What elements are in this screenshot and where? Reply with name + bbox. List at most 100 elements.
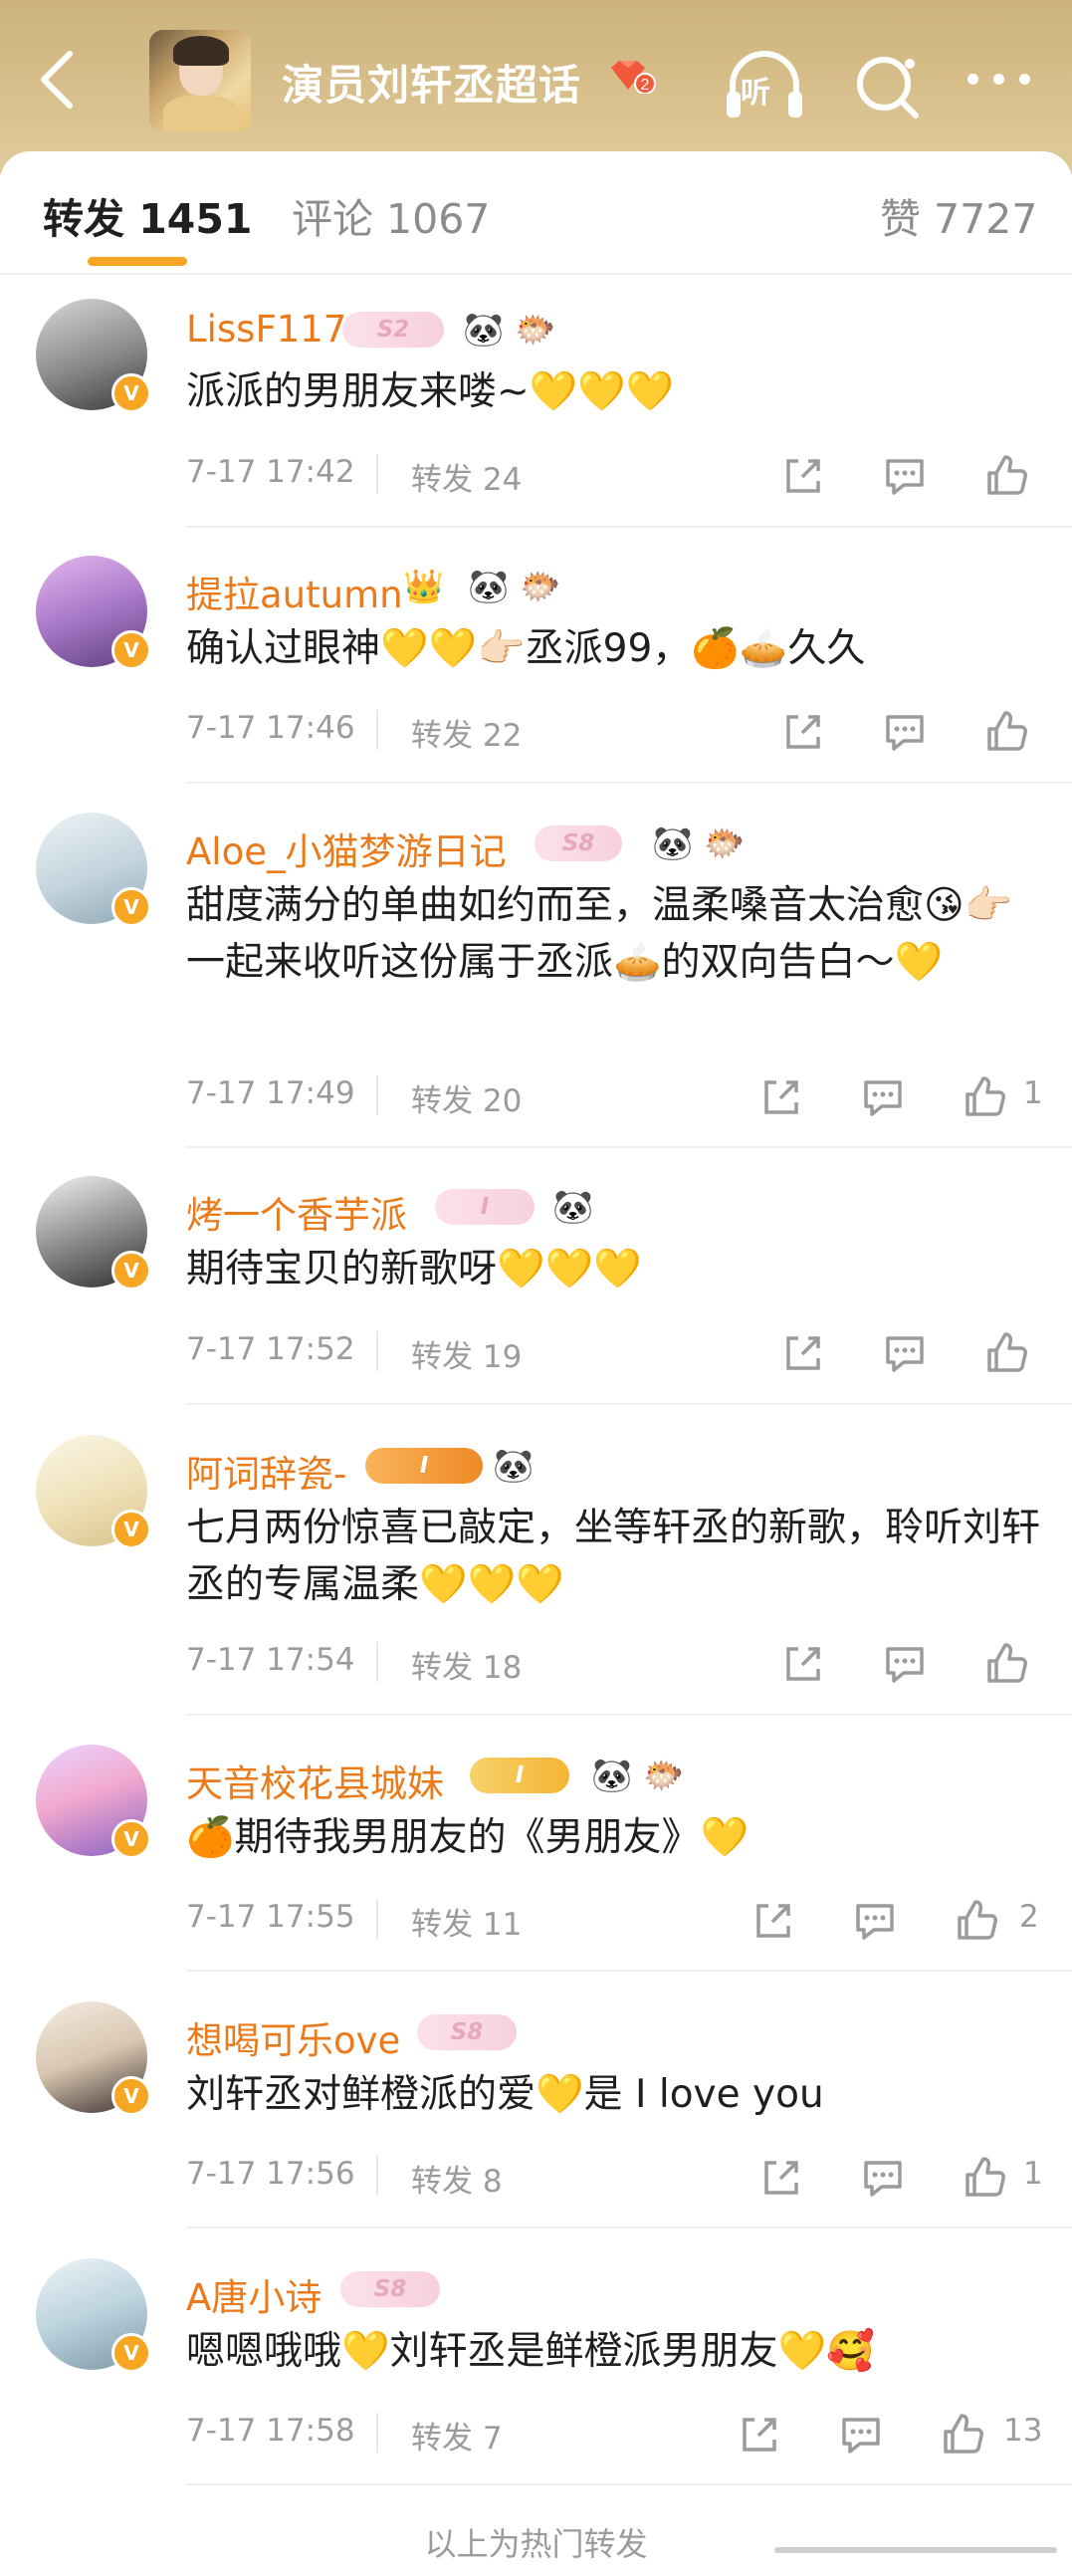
verified-badge-icon: V [111,1510,151,1549]
comment-icon[interactable] [852,1898,898,1944]
repost-text: 嗯嗯哦哦💛刘轩丞是鲜橙派男朋友💛🥰 [186,2329,875,2374]
repost-text: 🍊期待我男朋友的《男朋友》💛 [186,1815,750,1860]
timestamp: 7-17 17:52 [186,1331,355,1367]
fish-badge-icon: 🐡 [704,823,746,862]
share-icon[interactable] [758,1074,804,1120]
verified-badge-icon: V [111,630,151,670]
fan-level-badge: I [470,1757,569,1793]
like-count: 13 [1003,2413,1043,2449]
comment-icon[interactable] [860,2155,906,2201]
username[interactable]: 想喝可乐ove [186,2010,400,2064]
active-tab-indicator [88,257,187,266]
verified-badge-icon: V [111,1819,151,1859]
comment-icon[interactable] [882,453,928,499]
fan-level-badge: I [365,1448,483,1484]
more-dot-icon [1019,74,1030,85]
tab-reposts[interactable]: 转发 1451 [43,185,252,245]
like-icon[interactable] [983,1641,1029,1687]
item-divider [186,1146,1072,1148]
tab-likes[interactable]: 赞 7727 [880,185,1037,245]
like-icon[interactable] [983,1330,1029,1376]
panda-badge-icon: 🐼 [552,1187,594,1226]
verified-badge-icon: V [111,887,151,927]
verified-badge-icon: V [111,2333,151,2373]
username[interactable]: 阿词辞瓷- [186,1444,346,1498]
share-icon[interactable] [780,709,826,755]
repost-text: 确认过眼神💛💛👉🏻丞派99，🍊🥧久久 [186,626,866,671]
meta-separator [376,1899,378,1939]
item-divider [186,1970,1072,1972]
fish-badge-icon: 🐡 [520,567,561,605]
topic-level-number: 2 [641,77,650,94]
item-divider [186,1403,1072,1405]
comment-icon[interactable] [882,1641,928,1687]
panda-badge-icon: 🐼 [652,823,694,862]
fan-level-badge: S2 [342,312,444,348]
meta-separator [376,2413,378,2453]
like-icon[interactable] [940,2412,985,2458]
tab-bar: 转发 1451 评论 1067 赞 7727 [0,151,1072,273]
topic-avatar[interactable] [149,30,251,131]
timestamp: 7-17 17:46 [186,710,355,746]
timestamp: 7-17 17:54 [186,1642,355,1678]
item-divider [186,782,1072,784]
like-icon[interactable] [983,453,1029,499]
chevron-left-icon [41,51,73,109]
comment-icon[interactable] [838,2412,884,2458]
username[interactable]: 天音校花县城妹 [186,1754,444,1807]
tab-comments-count: 1067 [386,195,491,243]
tab-comments[interactable]: 评论 1067 [292,185,490,245]
like-icon[interactable] [962,2155,1007,2201]
search-icon [857,57,919,118]
like-icon[interactable] [983,709,1029,755]
share-icon[interactable] [758,2155,804,2201]
more-options-button[interactable] [956,44,1045,127]
panda-badge-icon: 🐼 [468,567,510,605]
share-icon[interactable] [750,1898,796,1944]
like-icon[interactable] [954,1898,999,1944]
comment-icon[interactable] [860,1074,906,1120]
timestamp: 7-17 17:42 [186,454,355,490]
repost-count: 转发 7 [411,2421,503,2457]
repost-count: 转发 22 [411,718,523,754]
comment-icon[interactable] [882,709,928,755]
verified-badge-icon: V [111,2076,151,2116]
crown-badge-icon: 👑 [403,567,445,605]
fan-level-badge: S8 [417,2014,517,2050]
listen-button[interactable]: 听 [723,44,806,127]
share-icon[interactable] [780,453,826,499]
tab-likes-label: 赞 [880,195,921,243]
username[interactable]: 烤一个香芋派 [186,1185,407,1239]
fan-level-badge: S8 [340,2271,440,2307]
timestamp: 7-17 17:58 [186,2413,355,2449]
verified-badge-icon: V [111,1251,151,1290]
like-count: 1 [1023,1075,1043,1111]
tab-reposts-count: 1451 [138,195,253,243]
meta-separator [376,1075,378,1115]
repost-text: 派派的男朋友来喽~💛💛💛 [186,369,675,414]
username[interactable]: A唐小诗 [186,2267,322,2321]
username[interactable]: Aloe_小猫梦游日记 [186,821,507,875]
like-count: 1 [1023,2156,1043,2192]
share-icon[interactable] [780,1330,826,1376]
meta-separator [376,1642,378,1682]
topic-title[interactable]: 演员刘轩丞超话 [282,52,581,113]
fish-badge-icon: 🐡 [515,310,556,349]
tab-likes-count: 7727 [934,195,1038,243]
timestamp: 7-17 17:56 [186,2156,355,2192]
username[interactable]: 提拉autumn [186,565,403,618]
share-icon[interactable] [780,1641,826,1687]
item-divider [186,1714,1072,1716]
repost-count: 转发 11 [411,1907,523,1943]
search-button[interactable] [846,44,930,127]
share-icon[interactable] [737,2412,782,2458]
username[interactable]: LissF117 [186,308,346,351]
repost-count: 转发 24 [411,462,523,498]
item-divider [186,2483,1072,2485]
like-icon[interactable] [962,1074,1007,1120]
verified-badge-icon: V [111,373,151,413]
comment-icon[interactable] [882,1330,928,1376]
meta-separator [376,710,378,750]
panda-badge-icon: 🐼 [591,1756,633,1794]
back-button[interactable] [30,40,90,119]
